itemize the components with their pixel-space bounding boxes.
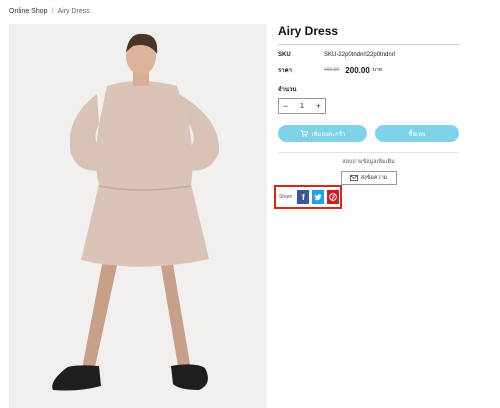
share-label: Share [279,194,293,200]
price-label: ราคา [278,68,292,74]
product-details: Airy Dress SKU SKU-22p0tndnrl22p0tndnrl … [278,20,459,185]
send-message-label: ส่งข้อความ [360,175,388,181]
old-price: 400.00 [324,67,340,73]
title-divider [278,44,459,45]
send-message-button[interactable]: ส่งข้อความ [340,171,397,185]
breadcrumb-shop-link[interactable]: Online Shop [9,8,48,15]
sku-row: SKU SKU-22p0tndnrl22p0tndnrl [278,52,459,58]
product-image[interactable] [9,24,267,408]
add-to-cart-button[interactable]: เพิ่มลงตะกร้า [278,125,367,142]
buy-now-button[interactable]: ซื้อเลย [374,125,459,142]
breadcrumb-separator: / [51,8,54,15]
current-price: 200.00 [345,65,370,75]
breadcrumb-current: Airy Dress [57,8,90,15]
quantity-plus-button[interactable]: + [316,101,321,111]
purchase-buttons: เพิ่มลงตะกร้า ซื้อเลย [278,125,459,142]
product-title: Airy Dress [278,24,339,38]
breadcrumb: Online Shop / Airy Dress [9,8,90,15]
quantity-stepper: − 1 + [278,98,326,114]
twitter-icon [314,193,322,200]
buy-now-label: ซื้อเลย [408,131,426,138]
section-divider [278,152,459,153]
quantity-minus-button[interactable]: − [283,101,288,111]
twitter-share-button[interactable]: t [312,190,325,204]
model-in-dress-image [9,24,267,408]
pinterest-icon [329,193,338,201]
envelope-icon [349,175,358,181]
facebook-icon: f [302,192,305,202]
quantity-label: จำนวน [278,87,297,93]
pinterest-share-button[interactable]: p [327,190,340,204]
add-to-cart-label: เพิ่มลงตะกร้า [311,131,346,138]
share-section: Share f t p [274,185,342,209]
sku-value: SKU-22p0tndnrl22p0tndnrl [324,52,396,58]
currency: บาท [372,67,383,73]
facebook-share-button[interactable]: f [297,190,310,204]
sku-label: SKU [278,52,291,58]
price-row: ราคา 400.00 200.00 บาท [278,65,459,75]
ask-more-text: สอบถามข้อมูลเพิ่มเติม [342,159,395,165]
quantity-value[interactable]: 1 [300,103,304,110]
cart-icon [300,130,308,137]
